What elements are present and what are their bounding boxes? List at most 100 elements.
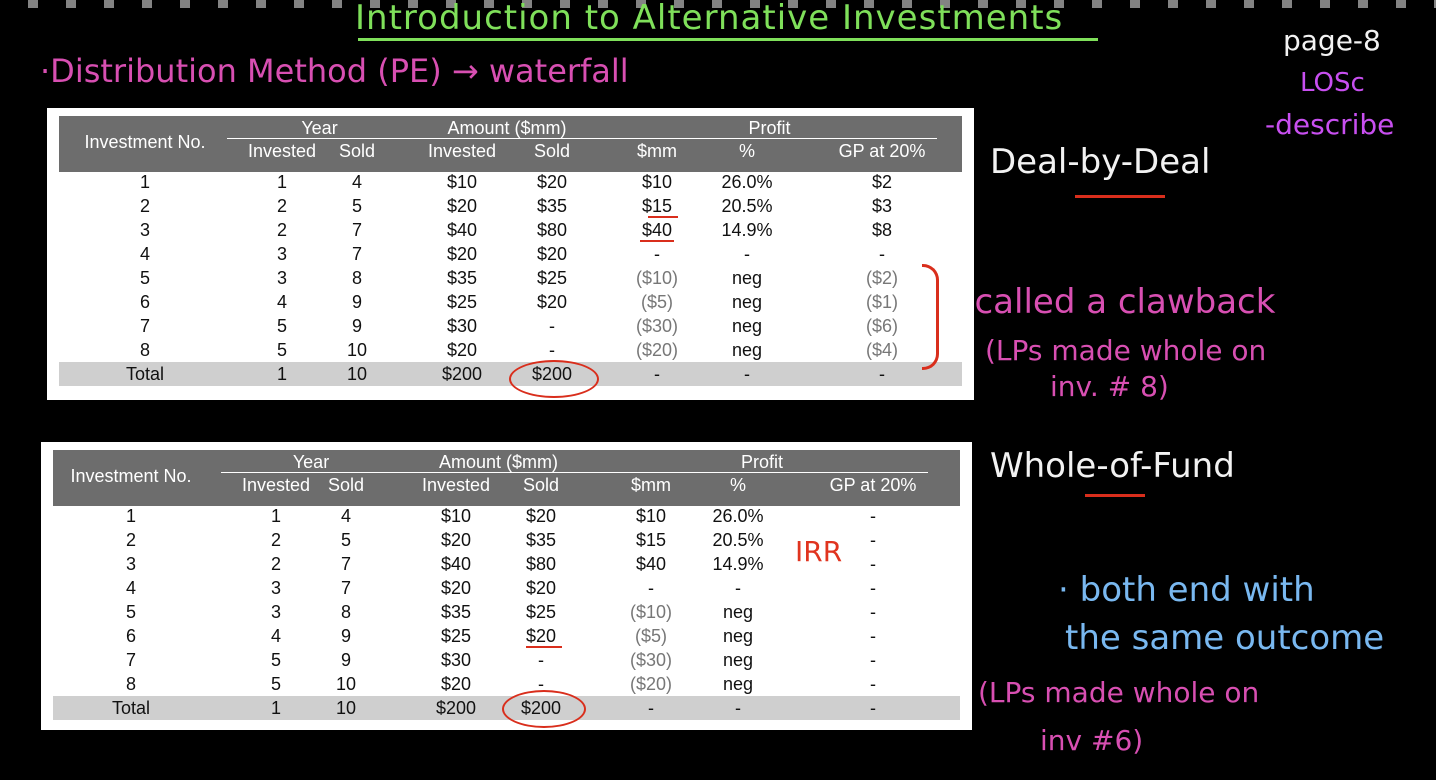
table-cell: 4 [340, 506, 351, 526]
table-cell: - [538, 650, 544, 670]
table-cell: neg [722, 674, 754, 694]
table-cell: $80 [525, 554, 557, 574]
table-cell: 6 [125, 626, 136, 646]
table-cell: $3 [871, 196, 893, 216]
table-cell: 26.0% [712, 506, 764, 526]
total-cell: - [648, 698, 654, 718]
table-cell: $2 [871, 172, 893, 192]
table-cell: $10 [440, 506, 472, 526]
table-cell: 20.5% [721, 196, 773, 216]
table-cell: ($5) [634, 626, 667, 646]
table-cell: ($20) [629, 674, 673, 694]
table-cell: 20.5% [712, 530, 764, 550]
table-cell: $20 [440, 674, 472, 694]
header-amount: Amount ($mm) [438, 452, 559, 472]
table-cell: $35 [525, 530, 557, 550]
whole-of-fund-label: Whole-of-Fund [990, 446, 1235, 486]
page-title: Introduction to Alternative Investments [355, 0, 1064, 38]
both-end-line1: · both end with [1058, 570, 1315, 610]
table-cell: ($20) [635, 340, 679, 360]
header-profit: Profit [740, 452, 783, 472]
table-cell: 7 [139, 316, 150, 336]
total-cell: 10 [335, 698, 357, 718]
table-cell: 9 [340, 650, 351, 670]
table-cell: $35 [440, 602, 472, 622]
table-cell: neg [731, 316, 763, 336]
deal-by-deal-label: Deal-by-Deal [990, 142, 1211, 182]
header-gp: GP at 20% [838, 141, 926, 161]
total-cell: - [654, 364, 660, 384]
table-cell: 9 [351, 316, 362, 336]
table-cell: 8 [340, 602, 351, 622]
header-year-rule [227, 138, 412, 139]
circle-sold-total-1 [509, 360, 599, 398]
table-cell: $20 [536, 244, 568, 264]
table-cell: - [549, 316, 555, 336]
table-cell: $20 [446, 244, 478, 264]
table-cell: neg [722, 650, 754, 670]
table-cell: 14.9% [721, 220, 773, 240]
table-cell: ($10) [635, 268, 679, 288]
table-cell: 9 [351, 292, 362, 312]
table-cell: - [870, 626, 876, 646]
table-cell: neg [731, 268, 763, 288]
table-cell: $10 [446, 172, 478, 192]
table-cell: 1 [125, 506, 136, 526]
table-cell: 1 [139, 172, 150, 192]
table-cell: ($30) [629, 650, 673, 670]
distribution-note: ·Distribution Method (PE) → waterfall [40, 52, 629, 90]
total-cell: $200 [441, 364, 483, 384]
table-cell: 3 [139, 220, 150, 240]
table-cell: $8 [871, 220, 893, 240]
underline-40 [640, 240, 674, 242]
table-cell: 6 [139, 292, 150, 312]
table-cell: 4 [139, 244, 150, 264]
table-cell: $20 [536, 172, 568, 192]
both-end-line2: the same outcome [1065, 618, 1385, 658]
table-cell: - [654, 244, 660, 264]
table-cell: 4 [351, 172, 362, 192]
table-cell: neg [731, 292, 763, 312]
table-cell: $25 [440, 626, 472, 646]
total-cell: - [870, 698, 876, 718]
table-cell: $25 [446, 292, 478, 312]
lps-whole-6-line2: inv #6) [1040, 724, 1144, 757]
table-cell: neg [722, 626, 754, 646]
table-cell: 5 [125, 602, 136, 622]
table-cell: 10 [335, 674, 357, 694]
table-cell: $40 [446, 220, 478, 240]
header-pct: % [738, 141, 755, 161]
table-cell: $35 [536, 196, 568, 216]
irr-note: IRR [795, 535, 843, 568]
header-investment-no: Investment No. [84, 132, 206, 152]
table-header-bar: Investment No. Year Amount ($mm) Profit Inve… [59, 116, 962, 172]
table-cell: 7 [340, 578, 351, 598]
header-year: Year [292, 452, 330, 472]
header-profit-rule [602, 138, 937, 139]
table-cell: $20 [536, 292, 568, 312]
table-cell: - [870, 578, 876, 598]
los-note: LOSc [1300, 68, 1365, 98]
table-cell: $15 [635, 530, 667, 550]
table-cell: 5 [139, 268, 150, 288]
table-cell: $20 [525, 626, 557, 646]
table-cell: ($4) [865, 340, 898, 360]
deal-by-deal-table: Investment No. Year Amount ($mm) Profit Inve… [47, 108, 974, 400]
table-cell: 14.9% [712, 554, 764, 574]
describe-note: -describe [1265, 108, 1395, 141]
table-cell: 4 [125, 578, 136, 598]
clawback-note: →called a clawback [946, 282, 1276, 322]
header-amount-rule [407, 138, 607, 139]
total-cell: Total [125, 364, 165, 384]
total-cell: - [744, 364, 750, 384]
table-cell: 8 [125, 674, 136, 694]
table-cell: $40 [635, 554, 667, 574]
table-cell: $20 [446, 196, 478, 216]
table-cell: $20 [525, 578, 557, 598]
table-cell: 7 [340, 554, 351, 574]
fund-underline [1085, 494, 1145, 497]
header-amount: Amount ($mm) [447, 118, 567, 138]
table-cell: - [735, 578, 741, 598]
table-cell: $80 [536, 220, 568, 240]
total-cell: - [735, 698, 741, 718]
